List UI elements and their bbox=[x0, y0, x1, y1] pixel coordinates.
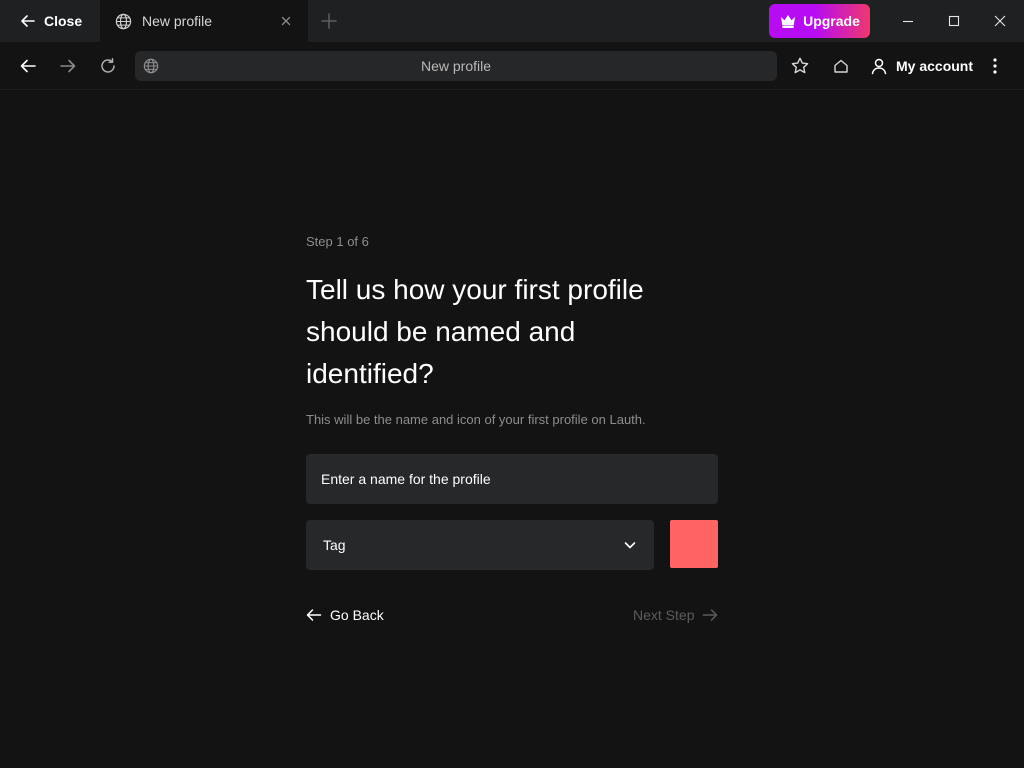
page-title: Tell us how your first profile should be… bbox=[306, 269, 726, 395]
globe-icon bbox=[143, 58, 159, 74]
page-description: This will be the name and icon of your f… bbox=[306, 412, 646, 427]
upgrade-button[interactable]: Upgrade bbox=[769, 4, 870, 38]
arrow-right-icon bbox=[702, 607, 718, 623]
home-button[interactable] bbox=[829, 54, 853, 78]
navigation-toolbar: New profile My account bbox=[0, 42, 1024, 90]
tag-select-label: Tag bbox=[323, 537, 346, 553]
step-indicator: Step 1 of 6 bbox=[306, 234, 369, 249]
tab-new-profile[interactable]: New profile bbox=[100, 0, 308, 42]
next-step-label: Next Step bbox=[633, 607, 695, 623]
title-line-3: identified? bbox=[306, 358, 434, 389]
my-account-button[interactable]: My account bbox=[870, 54, 973, 78]
chevron-down-icon bbox=[623, 538, 637, 552]
maximize-icon bbox=[948, 15, 960, 27]
window-close-button[interactable] bbox=[977, 0, 1023, 42]
arrow-left-icon bbox=[20, 13, 36, 29]
home-icon bbox=[832, 57, 850, 75]
profile-name-input[interactable] bbox=[306, 454, 718, 504]
arrow-left-icon bbox=[19, 57, 37, 75]
reload-icon bbox=[99, 57, 117, 75]
minimize-icon bbox=[902, 15, 914, 27]
plus-icon[interactable] bbox=[318, 10, 340, 32]
upgrade-label: Upgrade bbox=[803, 13, 860, 29]
close-icon bbox=[994, 15, 1006, 27]
x-icon[interactable] bbox=[278, 13, 294, 29]
forward-button[interactable] bbox=[56, 54, 80, 78]
user-icon bbox=[870, 57, 888, 75]
reload-button[interactable] bbox=[96, 54, 120, 78]
menu-button[interactable] bbox=[983, 54, 1007, 78]
profile-color-swatch[interactable] bbox=[670, 520, 718, 568]
next-step-button[interactable]: Next Step bbox=[633, 605, 718, 625]
address-bar[interactable]: New profile bbox=[135, 51, 777, 81]
star-icon bbox=[790, 56, 810, 76]
title-line-1: Tell us how your first profile bbox=[306, 274, 644, 305]
tag-select[interactable]: Tag bbox=[306, 520, 654, 570]
go-back-button[interactable]: Go Back bbox=[306, 605, 384, 625]
kebab-menu-icon bbox=[992, 57, 998, 75]
minimize-button[interactable] bbox=[885, 0, 931, 42]
close-button[interactable]: Close bbox=[0, 0, 100, 42]
back-button[interactable] bbox=[16, 54, 40, 78]
arrow-left-icon bbox=[306, 607, 322, 623]
arrow-right-icon bbox=[59, 57, 77, 75]
address-text: New profile bbox=[420, 58, 492, 74]
crown-icon bbox=[779, 13, 797, 29]
tab-title: New profile bbox=[142, 13, 213, 29]
globe-icon bbox=[115, 13, 132, 30]
account-label: My account bbox=[896, 58, 974, 74]
title-line-2: should be named and bbox=[306, 316, 576, 347]
close-label: Close bbox=[44, 13, 83, 29]
go-back-label: Go Back bbox=[330, 607, 384, 623]
maximize-button[interactable] bbox=[931, 0, 977, 42]
title-bar: Close New profile Upgrade bbox=[0, 0, 1024, 42]
bookmark-button[interactable] bbox=[788, 54, 812, 78]
